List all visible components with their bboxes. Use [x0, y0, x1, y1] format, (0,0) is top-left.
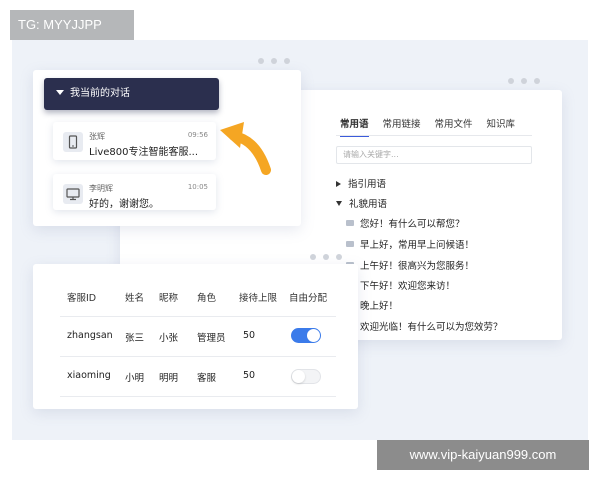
phrase-item[interactable]: 欢迎光临！有什么可以为您效劳？	[346, 319, 503, 333]
phrase-text: 晚上好！	[360, 301, 399, 312]
mobile-icon	[63, 132, 83, 152]
window-dots	[258, 58, 290, 64]
toggle-knob	[292, 370, 305, 383]
cell-role: 客服	[197, 373, 217, 384]
pointer-arrow-icon	[220, 122, 271, 175]
phrase-item[interactable]: 早上好，常用早上问候语！	[346, 237, 474, 251]
conversations-title: 我当前的对话	[70, 88, 130, 99]
category-label: 指引用语	[348, 179, 387, 190]
phrase-text: 您好！有什么可以帮您？	[360, 219, 465, 230]
row-divider	[60, 356, 336, 357]
cell-limit: 50	[243, 370, 256, 381]
conversation-item[interactable]: 李明辉 10:05 好的，谢谢您。	[53, 174, 216, 210]
cell-role: 管理员	[197, 333, 226, 344]
message-time: 09:56	[187, 131, 208, 139]
cell-nickname: 小张	[159, 333, 179, 344]
auto-assign-toggle[interactable]	[291, 328, 321, 343]
column-header: 自由分配	[289, 293, 328, 304]
phrase-text: 欢迎光临！有什么可以为您效劳？	[360, 322, 503, 333]
cell-id: zhangsan	[67, 330, 113, 341]
message-preview: 好的，谢谢您。	[89, 199, 159, 210]
row-divider	[60, 316, 336, 317]
message-preview: Live800专注智能客服...	[89, 147, 199, 158]
window-dots	[508, 78, 540, 84]
message-time: 10:05	[187, 183, 208, 191]
phrase-text: 下午好！欢迎您来访！	[360, 281, 456, 292]
tab-common-links[interactable]: 常用链接	[383, 116, 421, 137]
phrase-text: 早上好，常用早上问候语！	[360, 240, 475, 251]
row-divider	[60, 396, 336, 397]
phrase-search-input[interactable]: 请输入关键字...	[336, 146, 532, 164]
cell-nickname: 明明	[159, 373, 179, 384]
phrase-item[interactable]: 您好！有什么可以帮您？	[346, 216, 465, 230]
phrase-tabs: 常用语 常用链接 常用文件 知识库	[340, 116, 529, 137]
cell-id: xiaoming	[67, 370, 111, 381]
chevron-down-icon	[56, 90, 64, 95]
message-icon	[346, 220, 354, 226]
toggle-knob	[307, 329, 320, 342]
phrase-item[interactable]: 上午好！很高兴为您服务！	[346, 258, 474, 272]
column-header: 客服ID	[67, 293, 97, 304]
message-icon	[346, 241, 354, 247]
auto-assign-toggle[interactable]	[291, 369, 321, 384]
bottom-watermark: www.vip-kaiyuan999.com	[377, 440, 589, 470]
chevron-down-icon	[336, 201, 342, 206]
category-polite[interactable]: 礼貌用语	[336, 196, 387, 210]
cell-name: 小明	[125, 373, 145, 384]
tab-divider	[336, 135, 532, 136]
desktop-icon	[63, 184, 83, 204]
window-dots	[310, 254, 342, 260]
phrase-item[interactable]: 下午好！欢迎您来访！	[346, 278, 455, 292]
chevron-right-icon	[336, 181, 341, 187]
tab-common-phrases[interactable]: 常用语	[340, 116, 369, 137]
contact-name: 李明辉	[89, 184, 113, 193]
top-watermark: TG: MYYJJPP	[10, 10, 134, 40]
category-guide[interactable]: 指引用语	[336, 176, 386, 190]
column-header: 角色	[197, 293, 217, 304]
column-header: 接待上限	[239, 293, 278, 304]
phrase-text: 上午好！很高兴为您服务！	[360, 261, 475, 272]
cell-name: 张三	[125, 333, 145, 344]
contact-name: 张辉	[89, 132, 105, 141]
conversations-header[interactable]: 我当前的对话	[44, 78, 219, 110]
tab-knowledge-base[interactable]: 知识库	[487, 116, 516, 137]
column-header: 姓名	[125, 293, 145, 304]
category-label: 礼貌用语	[349, 199, 388, 210]
conversation-item[interactable]: 张辉 09:56 Live800专注智能客服...	[53, 122, 216, 160]
column-header: 昵称	[159, 293, 179, 304]
tab-common-files[interactable]: 常用文件	[435, 116, 473, 137]
cell-limit: 50	[243, 330, 256, 341]
